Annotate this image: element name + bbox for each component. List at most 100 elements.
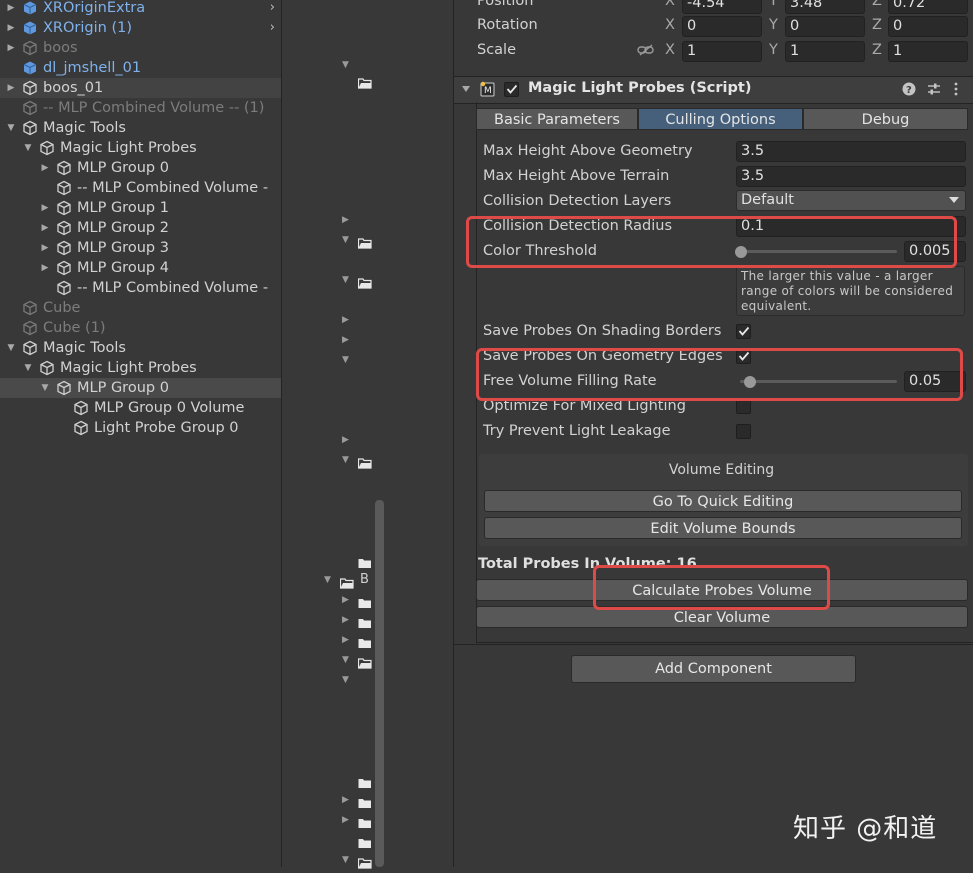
hierarchy-item[interactable]: ▶ XROrigin (1) › [0,18,281,38]
foldout-collapsed-icon[interactable]: ▶ [342,595,349,605]
folder-icon[interactable] [358,797,372,808]
hierarchy-item[interactable]: ▶ MLP Group 3 [0,238,281,258]
constrain-proportions-icon[interactable] [637,44,655,56]
foldout-collapsed-icon[interactable]: ▶ [342,215,349,225]
hierarchy-item[interactable]: ▼ Magic Light Probes [0,358,281,378]
hierarchy-item[interactable]: ▼ Magic Tools [0,118,281,138]
foldout-collapsed-icon[interactable]: ▶ [39,198,51,218]
folder-icon[interactable] [357,77,372,89]
folder-icon[interactable] [339,577,354,589]
foldout-expanded-icon[interactable]: ▼ [342,855,349,865]
prevent-light-leakage-checkbox[interactable] [736,424,751,439]
foldout-collapsed-icon[interactable]: ▶ [5,38,17,58]
foldout-collapsed-icon[interactable]: ▶ [39,158,51,178]
foldout-expanded-icon[interactable]: ▼ [342,655,349,665]
component-enabled-checkbox[interactable] [504,82,519,97]
hierarchy-item[interactable]: Cube (1) [0,318,281,338]
foldout-expanded-icon[interactable]: ▼ [324,575,331,585]
max-height-geometry-field[interactable]: 3.5 [736,141,966,162]
foldout-expanded-icon[interactable]: ▼ [22,138,34,158]
hierarchy-item[interactable]: MLP Group 0 Volume [0,398,281,418]
foldout-collapsed-icon[interactable]: ▶ [39,258,51,278]
folder-icon[interactable] [357,857,372,869]
foldout-collapsed-icon[interactable]: ▶ [39,238,51,258]
hierarchy-item[interactable]: ▶ XROriginExtra › [0,0,281,18]
hierarchy-item[interactable]: ▼ Magic Tools [0,338,281,358]
foldout-collapsed-icon[interactable]: ▶ [5,0,17,18]
foldout-expanded-icon[interactable] [460,83,472,95]
scale-y-field[interactable]: 1 [785,41,865,62]
hierarchy-item[interactable]: ▶ boos_01 [0,78,281,98]
rotation-y-field[interactable]: 0 [785,16,865,37]
position-y-field[interactable]: 3.48 [785,0,865,14]
hierarchy-item[interactable]: ▼ MLP Group 0 [0,378,281,398]
hierarchy-item[interactable]: Light Probe Group 0 [0,418,281,438]
hierarchy-item[interactable]: ▶ MLP Group 4 [0,258,281,278]
foldout-expanded-icon[interactable]: ▼ [342,355,349,365]
go-to-quick-editing-button[interactable]: Go To Quick Editing [484,490,962,512]
folder-icon[interactable] [358,557,372,568]
tab-culling-options[interactable]: Culling Options [638,108,803,130]
folder-icon[interactable] [358,777,372,788]
project-scrollbar[interactable] [375,500,384,867]
foldout-expanded-icon[interactable]: ▼ [342,455,349,465]
preset-sliders-icon[interactable] [927,82,941,96]
hierarchy-item[interactable]: dl_jmshell_01 [0,58,281,78]
chevron-right-icon[interactable]: › [270,18,275,38]
foldout-expanded-icon[interactable]: ▼ [5,338,17,358]
tab-debug[interactable]: Debug [803,108,968,130]
foldout-collapsed-icon[interactable]: ▶ [342,815,349,825]
folder-icon[interactable] [358,817,372,828]
optimize-mixed-lighting-checkbox[interactable] [736,399,751,414]
hierarchy-item[interactable]: ▶ MLP Group 0 [0,158,281,178]
scale-x-field[interactable]: 1 [682,41,762,62]
hierarchy-item[interactable]: ▶ MLP Group 1 [0,198,281,218]
rotation-z-field[interactable]: 0 [888,16,968,37]
hierarchy-item[interactable]: ▶ boos [0,38,281,58]
foldout-collapsed-icon[interactable]: ▶ [342,435,349,445]
folder-icon[interactable] [358,637,372,648]
folder-icon[interactable] [357,457,372,469]
folder-icon[interactable] [357,277,372,289]
foldout-collapsed-icon[interactable]: ▶ [342,315,349,325]
position-z-field[interactable]: 0.72 [888,0,968,14]
hierarchy-item[interactable]: ▶ MLP Group 2 [0,218,281,238]
foldout-expanded-icon[interactable]: ▼ [342,235,349,245]
foldout-collapsed-icon[interactable]: ▶ [342,795,349,805]
hierarchy-item[interactable]: -- MLP Combined Volume -- (1) [0,98,281,118]
component-header[interactable]: M Magic Light Probes (Script) ? [454,76,973,104]
foldout-collapsed-icon[interactable]: ▶ [342,335,349,345]
hierarchy-item[interactable]: Cube [0,298,281,318]
hierarchy-item[interactable]: ▼ Magic Light Probes [0,138,281,158]
foldout-expanded-icon[interactable]: ▼ [22,358,34,378]
folder-icon[interactable] [358,597,372,608]
foldout-collapsed-icon[interactable]: ▶ [342,615,349,625]
collision-layers-dropdown[interactable]: Default [736,190,966,211]
folder-icon[interactable] [357,657,372,669]
folder-icon[interactable] [358,617,372,628]
tab-basic-parameters[interactable]: Basic Parameters [476,108,638,130]
add-component-button[interactable]: Add Component [571,655,856,683]
scale-z-field[interactable]: 1 [888,41,968,62]
foldout-expanded-icon[interactable]: ▼ [39,378,51,398]
save-shading-borders-checkbox[interactable] [736,324,751,339]
foldout-expanded-icon[interactable]: ▼ [5,118,17,138]
folder-icon[interactable] [358,837,372,848]
foldout-collapsed-icon[interactable]: ▶ [342,635,349,645]
folder-icon[interactable] [357,237,372,249]
more-options-icon[interactable] [953,82,959,96]
rotation-x-field[interactable]: 0 [682,16,762,37]
hierarchy-item[interactable]: -- MLP Combined Volume - [0,278,281,298]
foldout-collapsed-icon[interactable]: ▶ [5,78,17,98]
chevron-right-icon[interactable]: › [270,0,275,18]
foldout-collapsed-icon[interactable]: ▶ [5,18,17,38]
help-icon[interactable]: ? [902,82,916,96]
max-height-terrain-field[interactable]: 3.5 [736,166,966,187]
edit-volume-bounds-button[interactable]: Edit Volume Bounds [484,517,962,539]
position-x-field[interactable]: -4.54 [682,0,762,14]
foldout-expanded-icon[interactable]: ▼ [342,275,349,285]
foldout-expanded-icon[interactable]: ▼ [342,60,349,70]
foldout-expanded-icon[interactable]: ▼ [342,675,349,685]
hierarchy-item[interactable]: -- MLP Combined Volume - [0,178,281,198]
foldout-collapsed-icon[interactable]: ▶ [39,218,51,238]
